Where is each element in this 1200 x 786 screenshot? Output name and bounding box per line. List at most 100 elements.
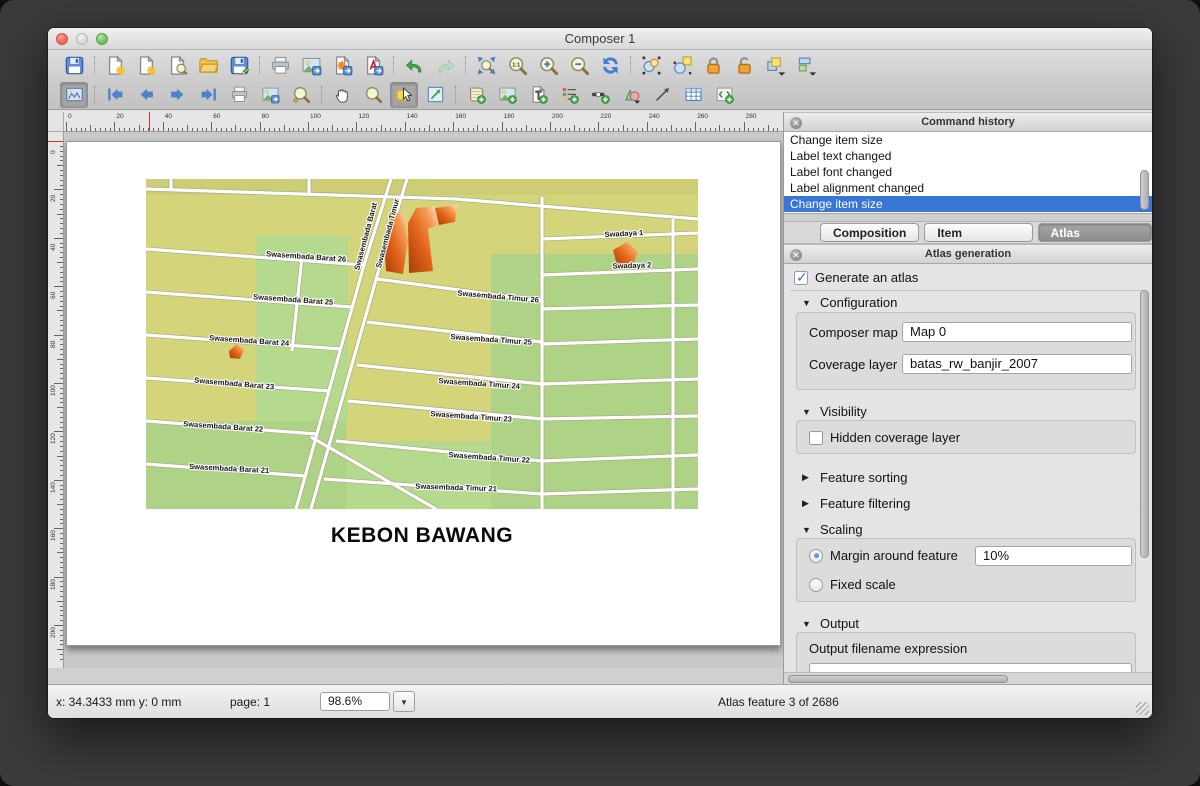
vertical-ruler: 020406080100120140160180200 xyxy=(48,132,64,668)
add-arrow-icon[interactable] xyxy=(648,82,676,108)
cursor-position-marker xyxy=(149,112,150,131)
dock-splitter[interactable] xyxy=(784,214,1152,222)
lock-items-icon[interactable] xyxy=(699,52,727,78)
zoom-in-icon[interactable] xyxy=(534,52,562,78)
add-legend-icon[interactable] xyxy=(555,82,583,108)
svg-text:1:1: 1:1 xyxy=(512,62,520,68)
zoom-dropdown-button[interactable]: ▼ xyxy=(393,691,415,712)
configuration-groupbox: Composer map Map 0 Coverage layer batas_… xyxy=(796,312,1136,390)
zoom-tool-icon[interactable] xyxy=(359,82,387,108)
section-scaling[interactable]: ▼ Scaling xyxy=(802,522,863,537)
next-feature-icon[interactable] xyxy=(163,82,191,108)
history-item[interactable]: Change item size xyxy=(784,132,1152,148)
section-visibility[interactable]: ▼ Visibility xyxy=(802,404,867,419)
align-items-icon[interactable] xyxy=(792,52,820,78)
history-scrollbar-thumb[interactable] xyxy=(1140,170,1149,210)
atlas-preview-icon[interactable] xyxy=(60,82,88,108)
composer-map-label: Composer map xyxy=(809,325,898,340)
previous-feature-icon[interactable] xyxy=(132,82,160,108)
section-feature-sorting[interactable]: ▶ Feature sorting xyxy=(802,470,907,485)
export-atlas-icon[interactable] xyxy=(256,82,284,108)
hidden-coverage-checkbox[interactable] xyxy=(809,431,823,445)
refresh-icon[interactable] xyxy=(596,52,624,78)
visibility-groupbox: Hidden coverage layer xyxy=(796,420,1136,454)
print-icon[interactable] xyxy=(266,52,294,78)
add-html-icon[interactable] xyxy=(710,82,738,108)
atlas-feature-status: Atlas feature 3 of 2686 xyxy=(718,695,839,709)
history-item[interactable]: Label font changed xyxy=(784,164,1152,180)
margin-row: Margin around feature xyxy=(809,548,958,563)
new-composition-icon[interactable] xyxy=(101,52,129,78)
move-content-icon[interactable] xyxy=(421,82,449,108)
map-label-item[interactable]: KEBON BAWANG xyxy=(331,524,513,548)
scaling-groupbox: Margin around feature 10% Fixed scale xyxy=(796,538,1136,602)
add-image-icon[interactable] xyxy=(493,82,521,108)
save-as-icon[interactable] xyxy=(225,52,253,78)
generate-atlas-checkbox[interactable] xyxy=(794,271,808,285)
output-filename-field[interactable] xyxy=(809,663,1132,672)
export-image-icon[interactable] xyxy=(297,52,325,78)
zoom-one-to-one-icon[interactable]: 1:1 xyxy=(503,52,531,78)
export-pdf-icon[interactable] xyxy=(359,52,387,78)
collapse-triangle-icon: ▼ xyxy=(802,407,812,417)
atlas-panel-scrollbar-thumb[interactable] xyxy=(1140,290,1149,558)
composition-viewport[interactable]: Swasembada Barat 26Swasembada Barat 25Sw… xyxy=(64,132,783,668)
generate-atlas-row: Generate an atlas xyxy=(794,270,918,285)
composer-map-combobox[interactable]: Map 0 xyxy=(902,322,1132,342)
toolbar-separator xyxy=(630,56,631,74)
zoom-out-icon[interactable] xyxy=(565,52,593,78)
save-icon[interactable] xyxy=(60,52,88,78)
tab-atlas-generation[interactable]: Atlas generation xyxy=(1038,223,1152,242)
coverage-layer-label: Coverage layer xyxy=(809,357,897,372)
atlas-settings-icon[interactable] xyxy=(287,82,315,108)
coverage-layer-combobox[interactable]: batas_rw_banjir_2007 xyxy=(902,354,1132,374)
last-feature-icon[interactable] xyxy=(194,82,222,108)
add-scalebar-icon[interactable] xyxy=(586,82,614,108)
add-label-icon[interactable] xyxy=(524,82,552,108)
composer-manager-icon[interactable] xyxy=(163,52,191,78)
section-configuration[interactable]: ▼ Configuration xyxy=(802,295,897,310)
atlas-panel-hscroll-thumb[interactable] xyxy=(788,675,1008,683)
add-table-icon[interactable] xyxy=(679,82,707,108)
history-item[interactable]: Change item size xyxy=(784,196,1152,212)
atlas-panel-horizontal-scrollbar[interactable] xyxy=(784,672,1152,684)
margin-radio[interactable] xyxy=(809,549,823,563)
tab-composition[interactable]: Composition xyxy=(820,223,919,242)
section-feature-filtering[interactable]: ▶ Feature filtering xyxy=(802,496,910,511)
tab-item-properties[interactable]: Item Properties xyxy=(924,223,1032,242)
map-item[interactable]: Swasembada Barat 26Swasembada Barat 25Sw… xyxy=(146,179,698,509)
fixed-scale-row: Fixed scale xyxy=(809,577,896,592)
history-item[interactable]: Label text changed xyxy=(784,148,1152,164)
composer-window: Composer 1 1:1 0204060801001201401601802… xyxy=(48,28,1152,718)
group-items-icon[interactable] xyxy=(637,52,665,78)
zoom-full-icon[interactable] xyxy=(472,52,500,78)
export-svg-icon[interactable] xyxy=(328,52,356,78)
add-shape-icon[interactable] xyxy=(617,82,645,108)
toolbar-separator xyxy=(94,86,95,104)
atlas-panel-header: ✕ Atlas generation xyxy=(784,244,1152,264)
add-map-icon[interactable] xyxy=(462,82,490,108)
section-output[interactable]: ▼ Output xyxy=(802,616,859,631)
feature-sorting-label: Feature sorting xyxy=(820,470,907,485)
first-feature-icon[interactable] xyxy=(101,82,129,108)
select-item-icon[interactable] xyxy=(390,82,418,108)
raise-items-icon[interactable] xyxy=(761,52,789,78)
visibility-label: Visibility xyxy=(820,404,867,419)
ungroup-items-icon[interactable] xyxy=(668,52,696,78)
pan-icon[interactable] xyxy=(328,82,356,108)
undo-icon[interactable] xyxy=(400,52,428,78)
composition-page: Swasembada Barat 26Swasembada Barat 25Sw… xyxy=(66,141,781,646)
margin-value-field[interactable]: 10% xyxy=(975,546,1132,566)
output-label: Output xyxy=(820,616,859,631)
window-resize-grip[interactable] xyxy=(1136,702,1149,715)
print-atlas-icon[interactable] xyxy=(225,82,253,108)
open-icon[interactable] xyxy=(194,52,222,78)
redo-icon[interactable] xyxy=(431,52,459,78)
fixed-scale-radio[interactable] xyxy=(809,578,823,592)
history-item[interactable]: Label alignment changed xyxy=(784,180,1152,196)
generate-atlas-label: Generate an atlas xyxy=(815,270,918,285)
zoom-level-combobox[interactable]: 98.6% xyxy=(320,692,390,711)
divider xyxy=(790,290,1146,291)
duplicate-composition-icon[interactable] xyxy=(132,52,160,78)
unlock-items-icon[interactable] xyxy=(730,52,758,78)
